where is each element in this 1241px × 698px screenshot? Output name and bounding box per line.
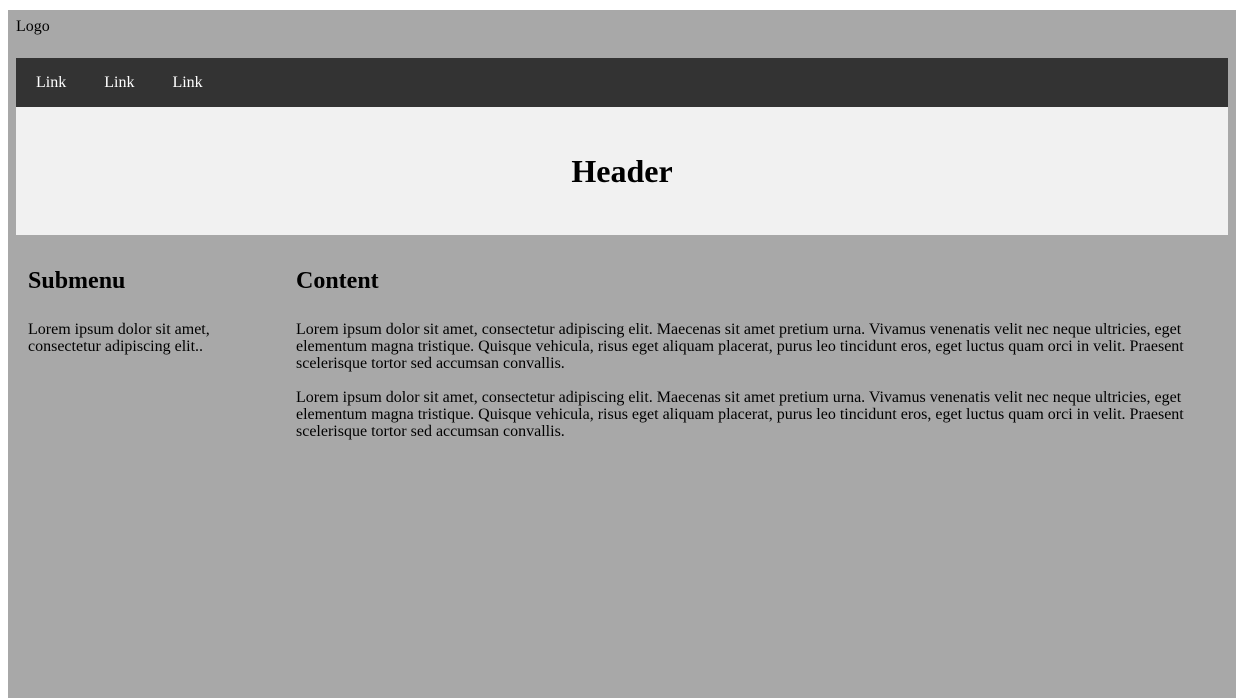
logo[interactable]: Logo [8,10,1236,58]
page: Logo Link Link Link Header Submenu Lorem… [8,10,1236,698]
submenu-title: Submenu [28,268,126,294]
header-title: Header [571,152,673,189]
content-paragraph: Lorem ipsum dolor sit amet, consectetur … [296,321,1184,372]
content-paragraph: Lorem ipsum dolor sit amet, consectetur … [296,389,1184,440]
navbar: Link Link Link [16,58,1228,107]
content: Content Lorem ipsum dolor sit amet, cons… [274,235,1214,457]
nav-link-3[interactable]: Link [172,74,202,92]
content-title: Content [296,268,379,294]
header-banner: Header [16,107,1228,235]
nav-link-2[interactable]: Link [104,74,134,92]
nav-link-1[interactable]: Link [36,74,66,92]
main-area: Submenu Lorem ipsum dolor sit amet, cons… [8,235,1236,457]
submenu-text: Lorem ipsum dolor sit amet, consectetur … [28,321,210,355]
submenu: Submenu Lorem ipsum dolor sit amet, cons… [8,235,274,457]
